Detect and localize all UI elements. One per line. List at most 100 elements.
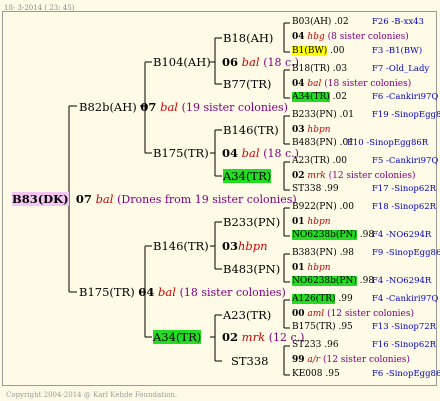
g4-id: A126(TR) xyxy=(292,294,336,304)
g4-source: F13 -Sinop72R xyxy=(372,322,437,332)
g1-colonies: (19 sister colonies) xyxy=(181,101,288,114)
g3-id: B77(TR) xyxy=(223,77,272,91)
g2-node-0: B104(AH) xyxy=(153,56,211,68)
g4-year: .03 xyxy=(332,64,348,74)
g4-id: B383(PN) xyxy=(292,248,337,258)
g4-id: B483(PN) xyxy=(292,138,337,148)
g3-id-7: ST338 xyxy=(231,355,269,367)
g1-type: bal xyxy=(158,285,176,299)
g2-num: 03 xyxy=(222,239,239,253)
g4-year: .99 xyxy=(324,184,339,194)
pedigree-chart: 18- 3-2014 ( 23: 45) B83(DK) 07 bal (Dro… xyxy=(0,0,440,400)
g4-source: F10 -SinopEgg86R xyxy=(347,138,429,148)
g4-leaf: A34(TR) .02 F6 -Cankiri97Q xyxy=(292,92,438,103)
g4-leaf: B922(PN) .00 F18 -Sinop62R xyxy=(292,202,436,213)
g3-num: 04 xyxy=(292,79,305,89)
g2-id: B104(AH) xyxy=(153,55,211,69)
g4-source: F26 -B-xx43 xyxy=(372,17,424,27)
g4-year: .95 xyxy=(325,369,340,379)
g3-id: A23(TR) xyxy=(223,308,272,322)
g3-type: hbpn xyxy=(307,125,331,135)
g4-leaf: ST233 .96 F16 -Sinop62R xyxy=(292,340,436,351)
g3-id-4: B233(PN) xyxy=(223,216,280,228)
g3-type: hbg xyxy=(307,32,325,42)
g3-colonies: (12 sister colonies) xyxy=(328,171,416,181)
g3-id-6: A23(TR) xyxy=(223,309,271,321)
g2-type: bal xyxy=(241,146,260,160)
g2-id: B175(TR) xyxy=(153,146,209,160)
g3-mate-3: 02 mrk (12 sister colonies) xyxy=(292,171,416,182)
g3-type: hbpn xyxy=(307,263,331,273)
g2-mate-1: 04 bal (18 c.) xyxy=(222,147,299,160)
g1-id: B175(TR) xyxy=(79,285,135,299)
g4-year: .99 xyxy=(338,294,353,304)
g4-year: .02 xyxy=(334,17,349,27)
g4-id: NO6238b(PN) xyxy=(292,230,357,240)
g4-source: F3 -B1(BW) xyxy=(372,46,423,56)
g4-source: F18 -Sinop62R xyxy=(372,202,437,212)
g4-year: .02 xyxy=(332,92,347,102)
g4-source: F6 -SinopEgg86R xyxy=(372,369,440,379)
g4-year: .98 xyxy=(339,248,354,258)
g4-source: F17 -Sinop62R xyxy=(372,184,437,194)
g3-mate-1: 04 bal (18 sister colonies) xyxy=(292,79,411,90)
g4-leaf: B1(BW) .00 F3 -B1(BW) xyxy=(292,46,422,57)
g4-id: B922(PN) xyxy=(292,202,337,212)
root-node: B83(DK) 07 bal (Drones from 19 sister co… xyxy=(12,192,297,206)
g3-id-0: B18(AH) xyxy=(223,32,273,44)
g4-id: B18(TR) xyxy=(292,64,330,74)
g4-source: F7 -Old_Lady xyxy=(372,64,430,74)
g4-leaf: ST338 .99 F17 -Sinop62R xyxy=(292,184,436,195)
g4-id: KE008 xyxy=(292,369,323,379)
g4-year: .96 xyxy=(324,340,339,350)
g2-num: 04 xyxy=(222,146,239,160)
g2-node-2: B146(TR) xyxy=(153,240,209,252)
g4-leaf: NO6238b(PN) .98 F4 -NO6294R xyxy=(292,276,431,287)
g3-num: 04 xyxy=(292,32,305,42)
copyright: Copyright 2004-2014 @ Karl Kehde Foundat… xyxy=(6,391,178,399)
g1-type: bal xyxy=(160,100,178,114)
g3-num: 99 xyxy=(292,355,305,365)
g3-id-3: A34(TR) xyxy=(223,169,272,183)
g4-source: F6 -Cankiri97Q xyxy=(372,92,439,102)
g1-id: B82b(AH) xyxy=(79,100,137,114)
g4-id: ST233 xyxy=(292,340,322,350)
g2-num: 06 xyxy=(222,55,239,69)
g4-source: F5 -Cankiri97Q xyxy=(372,156,439,166)
g3-id-2: B146(TR) xyxy=(223,124,279,136)
g4-leaf: B383(PN) .98 F9 -SinopEgg86R xyxy=(292,248,440,259)
g4-id: A34(TR) xyxy=(292,92,330,102)
g3-id: B18(AH) xyxy=(223,31,274,45)
g3-mate-0: 04 hbg (8 sister colonies) xyxy=(292,32,409,43)
g3-id-1: B77(TR) xyxy=(223,78,271,90)
g2-mate-0: 06 bal (18 c.) xyxy=(222,56,299,69)
g4-source: F4 -Cankiri97Q xyxy=(372,294,439,304)
g1-node-0: B82b(AH) 07 bal (19 sister colonies) xyxy=(79,101,288,114)
g4-year: .95 xyxy=(338,322,353,332)
g4-source: F4 -NO6294R xyxy=(372,276,432,286)
g2-node-1: B175(TR) xyxy=(153,147,209,159)
g4-leaf: B233(PN) .01 F19 -SinopEgg86R xyxy=(292,110,440,121)
g3-type: aml xyxy=(307,309,325,319)
g4-id: B233(PN) xyxy=(292,110,337,120)
g4-year: .00 xyxy=(339,202,354,212)
g3-type: hbpn xyxy=(307,217,331,227)
g3-type: mrk xyxy=(307,171,326,181)
g2-type: mrk xyxy=(241,330,266,344)
g2-num: 02 xyxy=(222,330,239,344)
root-colonies: (Drones from 19 sister colonies) xyxy=(117,193,297,206)
g3-num: 01 xyxy=(292,263,305,273)
g3-id: ST338 xyxy=(231,354,269,368)
g3-id: A34(TR) xyxy=(223,169,272,183)
g2-type: hbpn xyxy=(238,239,268,253)
g3-id: B233(PN) xyxy=(223,215,281,229)
g4-id: B175(TR) xyxy=(292,322,336,332)
g4-leaf: B18(TR) .03 F7 -Old_Lady xyxy=(292,64,429,75)
g2-node-3: A34(TR) xyxy=(153,330,202,344)
root-type: bal xyxy=(95,192,114,206)
g4-leaf: A126(TR) .99 F4 -Cankiri97Q xyxy=(292,294,438,305)
g4-source: F9 -SinopEgg86R xyxy=(372,248,440,258)
g4-year: .00 xyxy=(330,46,345,56)
g2-id: A34(TR) xyxy=(153,330,202,344)
g4-id: A23(TR) xyxy=(292,156,330,166)
